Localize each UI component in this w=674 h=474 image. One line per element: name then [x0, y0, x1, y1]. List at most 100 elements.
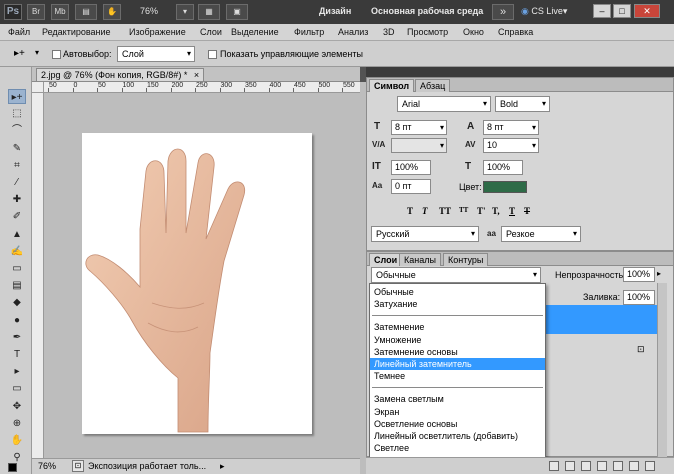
gradient-tool-icon[interactable]: ▤: [8, 278, 26, 293]
healing-tool-icon[interactable]: ✚: [8, 192, 26, 207]
blend-mode-option[interactable]: Линейный осветлитель (добавить): [370, 430, 545, 442]
menu-image[interactable]: Изображение: [129, 27, 186, 37]
3d-camera-tool-icon[interactable]: ⊕: [8, 416, 26, 431]
text-color-swatch[interactable]: [483, 181, 527, 193]
small-caps-button[interactable]: TT: [459, 206, 468, 214]
bridge-button[interactable]: Br: [27, 4, 45, 20]
zoom-level[interactable]: 76%: [140, 6, 158, 16]
horizontal-scale-field[interactable]: 100%: [483, 160, 523, 175]
strikethrough-button[interactable]: T: [524, 206, 530, 216]
blend-mode-option[interactable]: Затемнение: [370, 321, 545, 333]
blur-tool-icon[interactable]: ◆: [8, 295, 26, 310]
link-layers-icon[interactable]: [549, 461, 559, 471]
tool-preset-arrow[interactable]: ▾: [35, 48, 39, 57]
maximize-button[interactable]: □: [613, 4, 631, 18]
zoom-dropdown-icon[interactable]: ▾: [176, 4, 194, 20]
opacity-arrow-icon[interactable]: ▸: [657, 269, 661, 278]
menu-window[interactable]: Окно: [463, 27, 484, 37]
history-brush-icon[interactable]: ✍: [8, 244, 26, 259]
quick-select-tool-icon[interactable]: ✎: [8, 141, 26, 156]
mini-bridge-button[interactable]: Mb: [51, 4, 69, 20]
faux-italic-button[interactable]: T: [422, 206, 428, 216]
3d-rotate-tool-icon[interactable]: ✥: [8, 399, 26, 414]
kerning-field[interactable]: ▾: [391, 138, 447, 153]
stamp-tool-icon[interactable]: ▲: [8, 227, 26, 242]
autoselect-checkbox[interactable]: [52, 50, 61, 59]
workspace-main[interactable]: Основная рабочая среда: [371, 6, 483, 16]
hand-tool-icon[interactable]: ✋: [8, 433, 26, 448]
faux-bold-button[interactable]: T: [407, 206, 413, 216]
leading-field[interactable]: 8 пт ▾: [483, 120, 539, 135]
menu-view[interactable]: Просмотр: [407, 27, 448, 37]
hand-button[interactable]: ✋: [103, 4, 121, 20]
layers-scrollbar[interactable]: [657, 283, 667, 457]
blend-mode-option[interactable]: Замена светлым: [370, 393, 545, 405]
language-select[interactable]: Русский ▾: [371, 226, 479, 242]
vertical-scale-field[interactable]: 100%: [391, 160, 431, 175]
new-layer-icon[interactable]: [629, 461, 639, 471]
menu-file[interactable]: Файл: [8, 27, 30, 37]
baseline-shift-field[interactable]: 0 пт: [391, 179, 431, 194]
tab-channels[interactable]: Каналы: [399, 253, 441, 266]
arrange-documents-button[interactable]: ▦: [198, 4, 220, 20]
workspace-design[interactable]: Дизайн: [319, 6, 351, 16]
menu-edit[interactable]: Редактирование: [42, 27, 111, 37]
dodge-tool-icon[interactable]: ●: [8, 313, 26, 328]
crop-tool-icon[interactable]: ⌗: [8, 158, 26, 173]
blend-mode-option[interactable]: Обычные: [370, 286, 545, 298]
blend-mode-option[interactable]: Линейный затемнитель: [370, 358, 545, 370]
subscript-button[interactable]: T,: [492, 206, 500, 216]
panel-dock-header[interactable]: [366, 67, 674, 77]
blend-mode-select[interactable]: Обычные ▾: [371, 267, 541, 283]
autoselect-select[interactable]: Слой ▾: [117, 46, 195, 62]
type-tool-icon[interactable]: T: [8, 347, 26, 362]
font-style-select[interactable]: Bold ▾: [495, 96, 550, 112]
view-extras-button[interactable]: ▤: [75, 4, 97, 20]
show-controls-checkbox[interactable]: [208, 50, 217, 59]
shape-tool-icon[interactable]: ▭: [8, 381, 26, 396]
font-size-field[interactable]: 8 пт ▾: [391, 120, 447, 135]
eraser-tool-icon[interactable]: ▭: [8, 261, 26, 276]
layer-style-icon[interactable]: [565, 461, 575, 471]
tab-character[interactable]: Символ: [369, 79, 415, 92]
font-family-select[interactable]: Arial ▾: [397, 96, 491, 112]
path-select-tool-icon[interactable]: ▸: [8, 364, 26, 379]
marquee-tool-icon[interactable]: ⬚: [8, 106, 26, 121]
tracking-field[interactable]: 10 ▾: [483, 138, 539, 153]
pen-tool-icon[interactable]: ✒: [8, 330, 26, 345]
underline-button[interactable]: T: [509, 206, 515, 216]
new-group-icon[interactable]: [613, 461, 623, 471]
minimize-button[interactable]: –: [593, 4, 611, 18]
menu-layers[interactable]: Слои: [200, 27, 222, 37]
blend-mode-option[interactable]: Темнее: [370, 370, 545, 382]
adjustment-layer-icon[interactable]: [597, 461, 607, 471]
antialias-select[interactable]: Резкое ▾: [501, 226, 581, 242]
tab-layers[interactable]: Слои: [369, 253, 403, 266]
cs-live-button[interactable]: ◉ CS Live▾: [521, 6, 567, 17]
blend-mode-option[interactable]: Затухание: [370, 298, 545, 310]
tab-paths[interactable]: Контуры: [443, 253, 489, 266]
workspace-overflow-button[interactable]: »: [492, 4, 514, 20]
tab-paragraph[interactable]: Абзац: [415, 79, 451, 92]
trash-icon[interactable]: [645, 461, 655, 471]
menu-analysis[interactable]: Анализ: [338, 27, 368, 37]
document-tab[interactable]: 2.jpg @ 76% (Фон копия, RGB/8#) * ×: [36, 68, 205, 81]
blend-mode-option[interactable]: Умножение: [370, 334, 545, 346]
blend-mode-option[interactable]: Светлее: [370, 442, 545, 454]
blend-mode-option[interactable]: Экран: [370, 406, 545, 418]
foreground-color-swatch[interactable]: [8, 463, 17, 472]
lasso-tool-icon[interactable]: ⌒: [8, 123, 26, 138]
opacity-field[interactable]: 100%: [623, 267, 655, 282]
blend-mode-option[interactable]: Осветление основы: [370, 418, 545, 430]
close-button[interactable]: ✕: [634, 4, 660, 18]
menu-3d[interactable]: 3D: [383, 27, 395, 37]
close-icon[interactable]: ×: [194, 70, 199, 80]
menu-select[interactable]: Выделение: [231, 27, 279, 37]
current-tool-icon[interactable]: ▸+: [14, 48, 25, 59]
canvas-area[interactable]: [44, 93, 360, 458]
status-info-icon[interactable]: ⊡: [72, 460, 84, 472]
selected-layer-row[interactable]: [546, 305, 657, 334]
brush-tool-icon[interactable]: ✐: [8, 209, 26, 224]
blend-mode-option[interactable]: Затемнение основы: [370, 346, 545, 358]
status-zoom[interactable]: 76%: [38, 461, 56, 471]
